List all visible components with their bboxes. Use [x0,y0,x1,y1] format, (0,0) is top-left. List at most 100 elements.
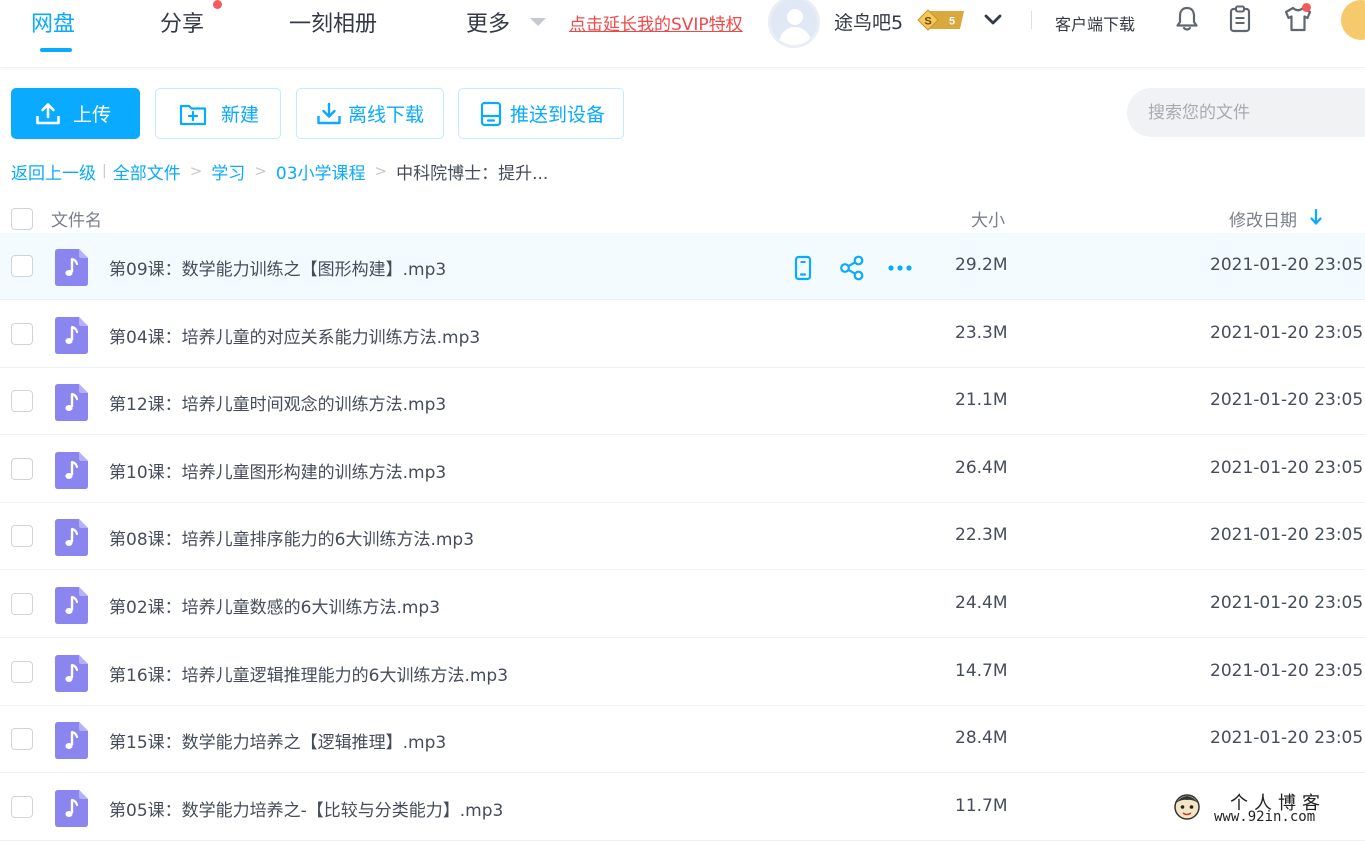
row-checkbox[interactable] [11,728,33,750]
phone-icon[interactable] [790,255,816,281]
file-size: 29.2M [955,255,1008,275]
more-icon[interactable] [887,255,913,281]
nav-tab-netdisk[interactable]: 网盘 [31,6,75,38]
file-name[interactable]: 第12课：培养儿童时间观念的训练方法.mp3 [109,390,446,415]
file-name[interactable]: 第02课：培养儿童数感的6大训练方法.mp3 [109,593,440,618]
breadcrumb-separator-icon: > [189,162,203,180]
row-checkbox[interactable] [11,390,33,412]
svip-badge-icon: S 5 [917,9,964,31]
active-tab-indicator [40,48,72,52]
file-name[interactable]: 第05课：数学能力培养之-【比较与分类能力】.mp3 [109,796,503,821]
table-row[interactable]: 第02课：培养儿童数感的6大训练方法.mp3 24.4M 2021-01-20 23… [0,571,1365,638]
table-row[interactable]: 第08课：培养儿童排序能力的6大训练方法.mp3 22.3M 2021-01-20 … [0,503,1365,570]
folder-plus-icon [179,104,207,125]
file-name[interactable]: 第08课：培养儿童排序能力的6大训练方法.mp3 [109,525,474,550]
breadcrumb-item-all-files[interactable]: 全部文件 [113,159,181,184]
skin-notification-dot [1302,3,1311,12]
audio-file-icon [55,317,88,354]
table-row[interactable]: 第16课：培养儿童逻辑推理能力的6大训练方法.mp3 14.7M 2021-01-2… [0,639,1365,706]
bell-icon[interactable] [1173,4,1201,34]
file-modified-date: 2021-01-20 23:05 [1210,593,1364,613]
audio-file-icon [55,722,88,759]
file-modified-date: 2021-01-20 23:05 [1210,728,1364,748]
file-size: 28.4M [955,728,1008,748]
top-navigation-bar: 网盘 分享 一刻相册 更多 点击延长我的SVIP特权 途鸟吧5 S 5 客户端下… [0,0,1365,68]
file-name[interactable]: 第09课：数学能力训练之【图形构建】.mp3 [109,255,446,280]
divider [1031,11,1032,29]
file-name[interactable]: 第04课：培养儿童的对应关系能力训练方法.mp3 [109,323,480,348]
column-header-modified[interactable]: 修改日期 [1229,206,1297,231]
audio-file-icon [55,249,88,286]
table-row[interactable]: 第15课：数学能力培养之【逻辑推理】.mp3 28.4M 2021-01-20 23… [0,706,1365,773]
svip-renew-link[interactable]: 点击延长我的SVIP特权 [569,10,743,35]
vip-level-text: 5 [949,16,955,28]
table-row[interactable]: 第04课：培养儿童的对应关系能力训练方法.mp3 23.3M 2021-01-20 … [0,301,1365,368]
file-modified-date: 2021-01-20 23:05 [1210,323,1364,343]
push-to-device-label: 推送到设备 [510,104,606,126]
row-checkbox[interactable] [11,255,33,277]
upload-label: 上传 [73,104,112,126]
share-icon[interactable] [839,255,865,281]
table-row[interactable]: 第12课：培养儿童时间观念的训练方法.mp3 21.1M 2021-01-20 23… [0,368,1365,435]
row-checkbox[interactable] [11,661,33,683]
partial-avatar-button[interactable] [1341,0,1365,40]
file-name[interactable]: 第16课：培养儿童逻辑推理能力的6大训练方法.mp3 [109,661,508,686]
row-checkbox[interactable] [11,323,33,345]
audio-file-icon [55,587,88,624]
breadcrumb-current: 中科院博士：提升... [396,163,549,184]
sort-down-arrow-icon[interactable] [1309,208,1323,226]
row-checkbox[interactable] [11,796,33,818]
new-folder-label: 新建 [221,104,260,126]
audio-file-icon [55,384,88,421]
table-row[interactable]: 第09课：数学能力训练之【图形构建】.mp3 29.2M 2021-01-20 23… [0,233,1365,300]
nav-tab-more[interactable]: 更多 [466,6,510,38]
audio-file-icon [55,655,88,692]
file-modified-date: 2021-01-20 23:05 [1210,390,1364,410]
file-size: 14.7M [955,661,1008,681]
device-icon [480,101,502,126]
push-to-device-button[interactable]: 推送到设备 [458,88,624,139]
avatar[interactable] [768,0,820,48]
username[interactable]: 途鸟吧5 [834,8,903,35]
file-size: 11.7M [955,796,1008,816]
table-row[interactable]: 第05课：数学能力培养之-【比较与分类能力】.mp3 11.7M [0,774,1365,841]
breadcrumb-back-link[interactable]: 返回上一级 [11,159,96,184]
watermark-url: www.92in.com [1214,809,1316,825]
file-name[interactable]: 第15课：数学能力培养之【逻辑推理】.mp3 [109,728,446,753]
download-icon [317,102,341,124]
new-folder-button[interactable]: 新建 [155,88,281,139]
breadcrumb-item-study[interactable]: 学习 [211,159,245,184]
breadcrumb-separator-icon: > [374,162,388,180]
offline-download-button[interactable]: 离线下载 [296,88,444,139]
file-size: 21.1M [955,390,1008,410]
more-caret-icon[interactable] [530,18,546,26]
row-checkbox[interactable] [11,525,33,547]
chevron-down-icon[interactable] [982,9,1004,31]
audio-file-icon [55,519,88,556]
upload-button[interactable]: 上传 [11,88,140,139]
file-modified-date: 2021-01-20 23:05 [1210,661,1364,681]
share-notification-dot [213,0,222,9]
search-input[interactable] [1127,88,1365,137]
file-name[interactable]: 第10课：培养儿童图形构建的训练方法.mp3 [109,458,446,483]
row-checkbox[interactable] [11,593,33,615]
file-size: 24.4M [955,593,1008,613]
svg-text:S: S [924,16,931,28]
offline-download-label: 离线下载 [348,104,425,126]
nav-tab-share[interactable]: 分享 [160,6,204,38]
file-modified-date: 2021-01-20 23:05 [1210,255,1364,275]
column-header-name[interactable]: 文件名 [51,206,102,231]
breadcrumb-item-primary-courses[interactable]: 03小学课程 [276,159,366,184]
file-size: 23.3M [955,323,1008,343]
table-row[interactable]: 第10课：培养儿童图形构建的训练方法.mp3 26.4M 2021-01-20 23… [0,436,1365,503]
clipboard-icon[interactable] [1226,4,1254,34]
breadcrumb: 返回上一级 | 全部文件 > 学习 > 03小学课程 > 中科院博士：提升... [11,159,549,184]
client-download-link[interactable]: 客户端下载 [1055,11,1135,35]
nav-tab-album[interactable]: 一刻相册 [289,6,377,38]
watermark-mascot-icon [1174,794,1200,820]
file-size: 22.3M [955,525,1008,545]
row-checkbox[interactable] [11,458,33,480]
select-all-checkbox[interactable] [11,208,33,230]
audio-file-icon [55,790,88,827]
column-header-size[interactable]: 大小 [971,206,1005,231]
